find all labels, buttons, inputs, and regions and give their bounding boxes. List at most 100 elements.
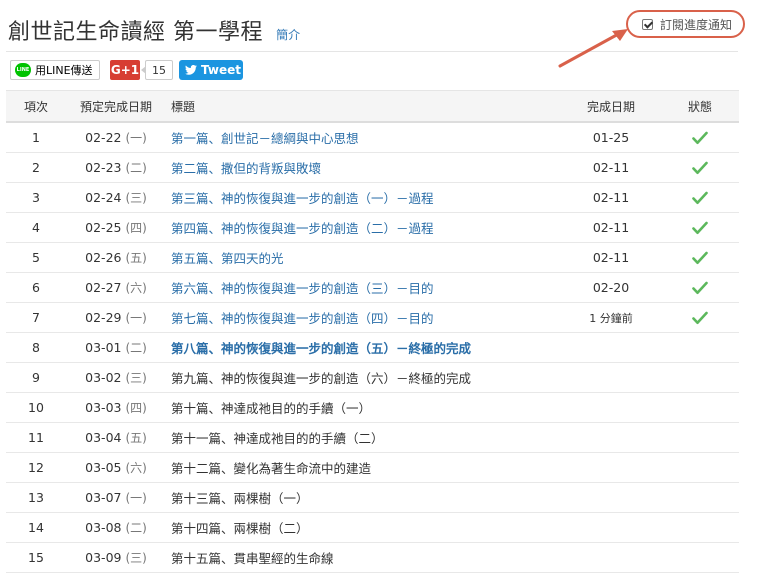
status-cell — [661, 242, 739, 273]
due-date: 02-25 — [85, 220, 122, 235]
twitter-bird-icon — [185, 65, 197, 75]
completed-date: 02-11 — [561, 212, 661, 243]
due-date: 02-22 — [85, 130, 122, 145]
due-weekday: (三) — [125, 551, 147, 565]
title-cell: 第一篇、創世記－總綱與中心思想 — [166, 122, 561, 153]
title-cell: 第二篇、撒但的背叛與敗壞 — [166, 152, 561, 183]
table-row: 7 02-29 (一) 第七篇、神的恢復與進一步的創造（四）－目的 1 分鐘前 — [6, 302, 739, 333]
due-date-cell: 02-22 (一) — [66, 122, 166, 153]
table-row: 11 03-04 (五) 第十一篇、神達成祂目的的手續（二） — [6, 422, 739, 453]
completed-date — [561, 512, 661, 543]
completed-date — [561, 452, 661, 483]
lesson-title-link: 第十一篇、神達成祂目的的手續（二） — [171, 431, 384, 446]
lesson-title-link[interactable]: 第二篇、撒但的背叛與敗壞 — [171, 161, 321, 176]
row-number: 5 — [6, 242, 66, 273]
gplus-button[interactable]: G+1 — [110, 60, 140, 80]
line-icon: LINE — [15, 63, 31, 77]
due-date-cell: 02-27 (六) — [66, 272, 166, 303]
check-icon — [692, 311, 708, 325]
due-date: 02-26 — [85, 250, 122, 265]
table-row: 9 03-02 (三) 第九篇、神的恢復與進一步的創造（六）－終極的完成 — [6, 362, 739, 393]
check-icon — [692, 251, 708, 265]
due-date: 02-23 — [85, 160, 122, 175]
due-date-cell: 03-08 (二) — [66, 512, 166, 543]
due-date-cell: 03-05 (六) — [66, 452, 166, 483]
subscribe-checkbox[interactable] — [642, 18, 653, 30]
table-row: 2 02-23 (二) 第二篇、撒但的背叛與敗壞 02-11 — [6, 152, 739, 183]
lesson-title-link[interactable]: 第四篇、神的恢復與進一步的創造（二）－過程 — [171, 221, 434, 236]
due-weekday: (二) — [125, 521, 147, 535]
gplus-count: 15 — [141, 60, 173, 80]
lesson-title-link: 第十三篇、兩棵樹（一） — [171, 491, 309, 506]
row-number: 8 — [6, 332, 66, 363]
lesson-title-link: 第九篇、神的恢復與進一步的創造（六）－終極的完成 — [171, 371, 472, 386]
status-cell — [661, 152, 739, 183]
lesson-title-link: 第十五篇、貫串聖經的生命線 — [171, 551, 334, 566]
title-cell: 第十三篇、兩棵樹（一） — [166, 482, 561, 513]
completed-date: 02-11 — [561, 152, 661, 183]
due-date: 03-02 — [85, 370, 122, 385]
completed-date: 02-20 — [561, 272, 661, 303]
tweet-button[interactable]: Tweet — [179, 60, 243, 80]
lesson-title-link[interactable]: 第五篇、第四天的光 — [171, 251, 284, 266]
row-number: 14 — [6, 512, 66, 543]
due-weekday: (五) — [125, 251, 147, 265]
row-number: 11 — [6, 422, 66, 453]
title-cell: 第十篇、神達成祂目的的手續（一） — [166, 392, 561, 423]
due-date-cell: 02-23 (二) — [66, 152, 166, 183]
due-date: 02-24 — [85, 190, 122, 205]
due-date-cell: 02-26 (五) — [66, 242, 166, 273]
subscribe-toggle[interactable]: 訂閱進度通知 — [626, 10, 745, 38]
lesson-title-link[interactable]: 第一篇、創世記－總綱與中心思想 — [171, 131, 359, 146]
check-icon — [692, 191, 708, 205]
row-number: 7 — [6, 302, 66, 333]
col-header-number: 項次 — [6, 90, 66, 123]
table-row: 3 02-24 (三) 第三篇、神的恢復與進一步的創造（一）－過程 02-11 — [6, 182, 739, 213]
share-bar: LINE 用LINE傳送 G+1 15 Tweet — [10, 59, 243, 81]
row-number: 12 — [6, 452, 66, 483]
completed-date: 01-25 — [561, 122, 661, 153]
due-date-cell: 03-03 (四) — [66, 392, 166, 423]
row-number: 13 — [6, 482, 66, 513]
lesson-title-link[interactable]: 第六篇、神的恢復與進一步的創造（三）－目的 — [171, 281, 434, 296]
lesson-table: 項次 預定完成日期 標題 完成日期 狀態 1 02-22 (一) 第一篇、創世記－總… — [6, 90, 739, 573]
check-icon — [692, 161, 708, 175]
lesson-title-link[interactable]: 第七篇、神的恢復與進一步的創造（四）－目的 — [171, 311, 434, 326]
col-header-due-date: 預定完成日期 — [66, 90, 166, 123]
title-cell: 第四篇、神的恢復與進一步的創造（二）－過程 — [166, 212, 561, 243]
lesson-title-link: 第十二篇、變化為著生命流中的建造 — [171, 461, 372, 476]
row-number: 10 — [6, 392, 66, 423]
due-weekday: (一) — [125, 491, 147, 505]
intro-link[interactable]: 簡介 — [276, 28, 300, 42]
title-cell: 第十二篇、變化為著生命流中的建造 — [166, 452, 561, 483]
status-cell — [661, 302, 739, 333]
due-weekday: (一) — [125, 131, 147, 145]
due-date-cell: 02-25 (四) — [66, 212, 166, 243]
due-date-cell: 03-07 (一) — [66, 482, 166, 513]
lesson-title-link[interactable]: 第三篇、神的恢復與進一步的創造（一）－過程 — [171, 191, 434, 206]
col-header-completed-date: 完成日期 — [561, 90, 661, 123]
due-date: 03-01 — [85, 340, 122, 355]
title-cell: 第三篇、神的恢復與進一步的創造（一）－過程 — [166, 182, 561, 213]
table-row: 5 02-26 (五) 第五篇、第四天的光 02-11 — [6, 242, 739, 273]
due-date: 02-27 — [85, 280, 122, 295]
due-weekday: (四) — [125, 401, 147, 415]
completed-date: 02-11 — [561, 242, 661, 273]
due-weekday: (三) — [125, 371, 147, 385]
completed-date: 1 分鐘前 — [561, 302, 661, 333]
status-cell — [661, 482, 739, 513]
check-icon — [692, 281, 708, 295]
title-cell: 第五篇、第四天的光 — [166, 242, 561, 273]
table-row: 1 02-22 (一) 第一篇、創世記－總綱與中心思想 01-25 — [6, 122, 739, 153]
status-cell — [661, 362, 739, 393]
line-share-button[interactable]: LINE 用LINE傳送 — [10, 60, 100, 80]
title-cell: 第六篇、神的恢復與進一步的創造（三）－目的 — [166, 272, 561, 303]
due-date-cell: 03-02 (三) — [66, 362, 166, 393]
title-cell: 第十一篇、神達成祂目的的手續（二） — [166, 422, 561, 453]
due-weekday: (二) — [125, 161, 147, 175]
status-cell — [661, 512, 739, 543]
lesson-title-link: 第十篇、神達成祂目的的手續（一） — [171, 401, 372, 416]
col-header-title: 標題 — [166, 90, 561, 123]
lesson-title-link[interactable]: 第八篇、神的恢復與進一步的創造（五）－終極的完成 — [171, 341, 471, 356]
table-row: 10 03-03 (四) 第十篇、神達成祂目的的手續（一） — [6, 392, 739, 423]
